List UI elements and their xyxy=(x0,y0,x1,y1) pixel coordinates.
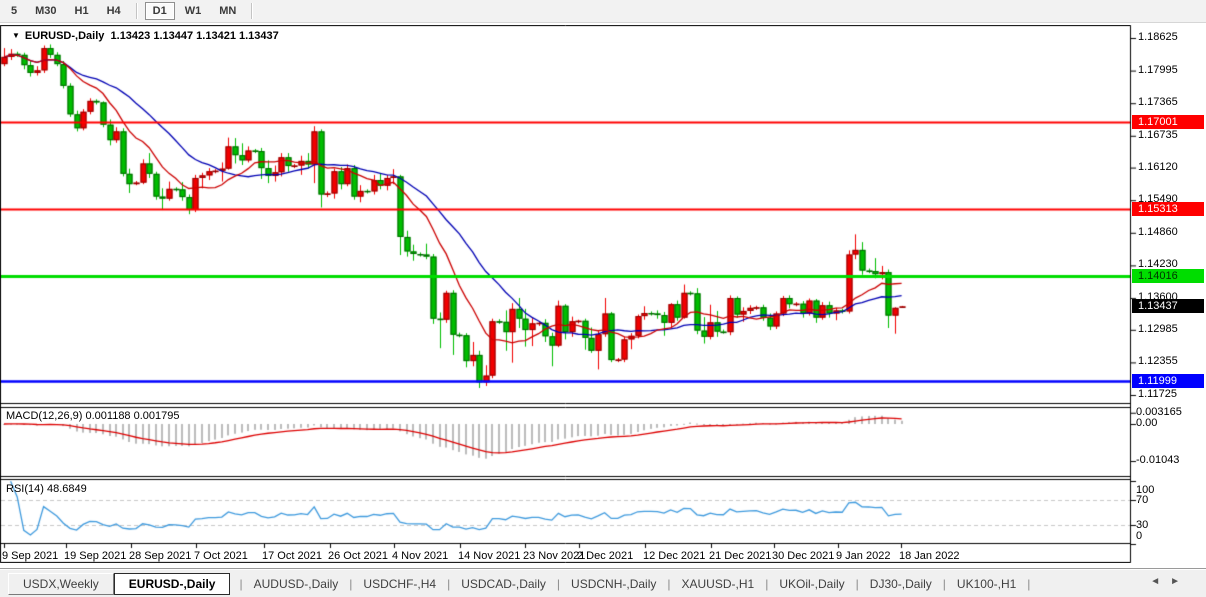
date-label: 17 Oct 2021 xyxy=(262,550,322,562)
symbol-tabbar: USDX,WeeklyEURUSD-,Daily | AUDUSD-,Daily | U… xyxy=(0,568,1206,597)
price-tick-label: 1.18625 xyxy=(1138,31,1178,43)
ohlc-close: 1.13437 xyxy=(239,30,279,42)
ohlc-high: 1.13447 xyxy=(153,30,193,42)
date-label: 14 Nov 2021 xyxy=(458,550,520,562)
date-label: 7 Oct 2021 xyxy=(194,550,248,562)
rsi-tick-label: 70 xyxy=(1136,494,1148,506)
tab-scroll-right-icon[interactable]: ► xyxy=(1170,576,1190,587)
tab-separator: | xyxy=(1027,577,1030,591)
price-tag-1.13437: 1.13437 xyxy=(1132,299,1204,313)
timeframe-button-h4[interactable]: H4 xyxy=(99,2,129,20)
price-tag-1.14016: 1.14016 xyxy=(1132,269,1204,283)
price-tag-1.15313: 1.15313 xyxy=(1132,202,1204,216)
tab-separator: | xyxy=(667,577,670,591)
date-label: 12 Dec 2021 xyxy=(643,550,705,562)
timeframe-button-m30[interactable]: M30 xyxy=(27,2,64,20)
tab-separator: | xyxy=(239,577,242,591)
ohlc-open: 1.13423 xyxy=(111,30,151,42)
ohlc-low: 1.13421 xyxy=(196,30,236,42)
timeframe-buttons: 5M30H1H4 D1W1MN xyxy=(2,2,259,20)
date-label: 30 Dec 2021 xyxy=(772,550,834,562)
date-label: 4 Nov 2021 xyxy=(392,550,448,562)
date-label: 9 Jan 2022 xyxy=(836,550,890,562)
tab-uk100-h1[interactable]: UK100-,H1 xyxy=(955,574,1018,594)
timeframe-toolbar: 5M30H1H4 D1W1MN xyxy=(0,0,1206,23)
tab-separator: | xyxy=(943,577,946,591)
price-tag-1.11999: 1.11999 xyxy=(1132,374,1204,388)
macd-tick-label: 0.00 xyxy=(1136,417,1157,429)
price-tick-label: 1.16735 xyxy=(1138,129,1178,141)
timeframe-button-5[interactable]: 5 xyxy=(3,2,25,20)
tab-separator: | xyxy=(447,577,450,591)
price-tick-label: 1.17365 xyxy=(1138,96,1178,108)
mt4-window: 5M30H1H4 D1W1MN ▼ EURUSD-,Daily 1.13423 1.… xyxy=(0,0,1206,597)
price-tick-label: 1.12355 xyxy=(1138,355,1178,367)
tab-audusd-daily[interactable]: AUDUSD-,Daily xyxy=(252,574,341,594)
rsi-header: RSI(14) 48.6849 xyxy=(6,483,87,495)
chevron-down-icon[interactable]: ▼ xyxy=(12,31,20,40)
toolbar-separator xyxy=(136,3,138,19)
tab-separator: | xyxy=(349,577,352,591)
date-label: 2 Dec 2021 xyxy=(577,550,633,562)
timeframe-button-mn[interactable]: MN xyxy=(211,2,244,20)
symbol-label: EURUSD-,Daily xyxy=(25,30,104,42)
tab-xauusd-h1[interactable]: XAUUSD-,H1 xyxy=(680,574,757,594)
timeframe-button-d1[interactable]: D1 xyxy=(145,2,175,20)
tab-usdcnh-daily[interactable]: USDCNH-,Daily xyxy=(569,574,658,594)
price-tick-label: 1.17995 xyxy=(1138,64,1178,76)
price-tick-label: 1.14860 xyxy=(1138,226,1178,238)
macd-tick-label: -0.01043 xyxy=(1136,454,1179,466)
macd-tick-label: 0.003165 xyxy=(1136,406,1182,418)
date-label: 9 Sep 2021 xyxy=(2,550,58,562)
price-tag-1.17001: 1.17001 xyxy=(1132,115,1204,129)
price-tick-label: 1.11725 xyxy=(1138,388,1177,400)
timeframe-button-w1[interactable]: W1 xyxy=(177,2,210,20)
date-label: 19 Sep 2021 xyxy=(64,550,126,562)
chart-canvas[interactable] xyxy=(0,25,1206,563)
date-label: 18 Jan 2022 xyxy=(899,550,960,562)
macd-header: MACD(12,26,9) 0.001188 0.001795 xyxy=(6,410,179,422)
symbol-tabs: USDX,WeeklyEURUSD-,Daily | AUDUSD-,Daily | U… xyxy=(0,573,1039,595)
tab-separator: | xyxy=(856,577,859,591)
tab-usdcad-daily[interactable]: USDCAD-,Daily xyxy=(459,574,548,594)
tab-dj30-daily[interactable]: DJ30-,Daily xyxy=(868,574,934,594)
tab-separator: | xyxy=(765,577,768,591)
chart-title: ▼ EURUSD-,Daily 1.13423 1.13447 1.13421 1… xyxy=(12,30,279,42)
tab-usdx-weekly[interactable]: USDX,Weekly xyxy=(8,573,114,595)
date-label: 21 Dec 2021 xyxy=(709,550,771,562)
date-label: 28 Sep 2021 xyxy=(129,550,191,562)
price-tick-label: 1.16120 xyxy=(1138,161,1178,173)
date-label: 26 Oct 2021 xyxy=(328,550,388,562)
price-tick-label: 1.12985 xyxy=(1138,323,1178,335)
tab-scroll-left-icon[interactable]: ◄ xyxy=(1150,576,1170,587)
rsi-tick-label: 0 xyxy=(1136,530,1142,542)
tab-separator: | xyxy=(557,577,560,591)
tab-eurusd-daily[interactable]: EURUSD-,Daily xyxy=(114,573,231,595)
timeframe-button-h1[interactable]: H1 xyxy=(67,2,97,20)
tab-usdchf-h4[interactable]: USDCHF-,H4 xyxy=(361,574,438,594)
tab-ukoil-daily[interactable]: UKOil-,Daily xyxy=(777,574,846,594)
toolbar-separator xyxy=(251,3,253,19)
